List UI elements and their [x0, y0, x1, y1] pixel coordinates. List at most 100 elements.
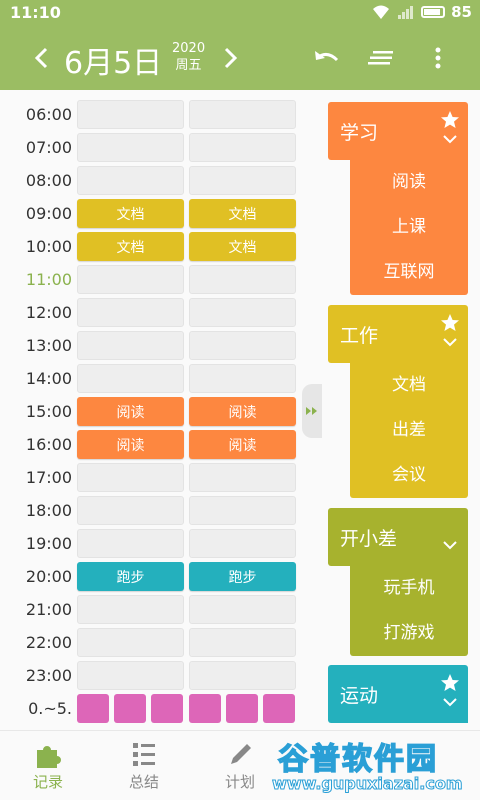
time-slot[interactable]: 文档 [77, 232, 184, 261]
time-label: 06:00 [25, 105, 72, 124]
sleep-slot[interactable] [263, 694, 295, 723]
sleep-slot[interactable] [114, 694, 146, 723]
category-title: 开小差 [340, 528, 398, 550]
next-day-button[interactable] [216, 44, 244, 72]
time-slot[interactable] [77, 463, 184, 492]
time-label: 11:00 [25, 270, 72, 289]
nav-summary-label: 总结 [128, 773, 159, 791]
time-slot[interactable]: 文档 [77, 199, 184, 228]
chevron-down-icon[interactable] [442, 697, 458, 707]
time-slot[interactable] [189, 529, 296, 558]
star-icon[interactable] [440, 673, 460, 693]
category-item[interactable]: 打游戏 [350, 611, 468, 656]
list-icon [368, 51, 393, 65]
current-date[interactable]: 6月5日 [64, 38, 162, 82]
time-slot[interactable] [189, 100, 296, 129]
chevron-down-icon[interactable] [442, 540, 458, 550]
watermark-url: www.gupuxiazai.com [272, 774, 464, 794]
time-slot[interactable] [77, 496, 184, 525]
list-view-button[interactable] [364, 42, 398, 74]
category-header[interactable]: 开小差 [328, 508, 468, 566]
chevron-down-icon[interactable] [442, 134, 458, 144]
time-label: 23:00 [25, 666, 72, 685]
sleep-slot[interactable] [189, 694, 221, 723]
watermark-title: 谷普软件园 [277, 741, 438, 778]
sleep-slot[interactable] [151, 694, 183, 723]
battery-level: 85 [451, 3, 472, 21]
time-slot[interactable] [189, 496, 296, 525]
time-slot[interactable] [189, 331, 296, 360]
time-slot[interactable] [77, 133, 184, 162]
undo-icon [315, 51, 339, 62]
star-icon[interactable] [440, 313, 460, 333]
puzzle-icon [37, 746, 61, 768]
category-item[interactable]: 出差 [350, 408, 468, 453]
time-slot[interactable] [189, 265, 296, 294]
star-icon[interactable] [440, 110, 460, 130]
category-item[interactable]: 上课 [350, 205, 468, 250]
category-item[interactable]: 玩手机 [350, 566, 468, 611]
time-slot[interactable] [77, 661, 184, 690]
time-slot[interactable] [77, 595, 184, 624]
time-label: 19:00 [25, 534, 72, 553]
category-item[interactable]: 阅读 [350, 160, 468, 205]
time-slot[interactable]: 阅读 [189, 430, 296, 459]
time-slot[interactable]: 文档 [189, 232, 296, 261]
signal-icon [398, 6, 414, 19]
time-slot[interactable] [189, 628, 296, 657]
time-slot[interactable] [77, 166, 184, 195]
time-slot[interactable] [77, 298, 184, 327]
time-slot[interactable] [189, 364, 296, 393]
chevron-down-icon[interactable] [442, 337, 458, 347]
time-slot[interactable] [77, 529, 184, 558]
status-bar: 11:10 85 [0, 0, 480, 26]
undo-button[interactable] [310, 42, 344, 74]
category-item[interactable]: 互联网 [350, 250, 468, 295]
time-label: 14:00 [25, 369, 72, 388]
time-slot[interactable] [189, 463, 296, 492]
time-slot[interactable]: 跑步 [77, 562, 184, 591]
category-items: 玩手机 打游戏 [350, 566, 468, 656]
time-label: 09:00 [25, 204, 72, 223]
time-slot[interactable] [77, 331, 184, 360]
nav-summary[interactable]: 总结 [104, 739, 184, 792]
wifi-icon [373, 5, 390, 19]
nav-record[interactable]: 记录 [8, 739, 88, 792]
time-slot[interactable] [189, 298, 296, 327]
category-items: 阅读 上课 互联网 [350, 160, 468, 295]
time-slot[interactable] [77, 364, 184, 393]
time-slot[interactable] [189, 133, 296, 162]
time-slot[interactable]: 阅读 [77, 430, 184, 459]
date-subtitle: 2020 周五 [172, 40, 205, 74]
time-label: 10:00 [25, 237, 72, 256]
status-icons: 85 [371, 3, 472, 21]
category-item[interactable]: 会议 [350, 453, 468, 498]
sleep-slot[interactable] [77, 694, 109, 723]
battery-icon [421, 6, 446, 18]
category-title: 工作 [340, 325, 379, 347]
category-title: 学习 [340, 122, 379, 144]
category-header[interactable]: 学习 [328, 102, 468, 160]
time-slot[interactable]: 阅读 [189, 397, 296, 426]
prev-day-button[interactable] [28, 44, 56, 72]
time-label: 07:00 [25, 138, 72, 157]
sleep-slot[interactable] [226, 694, 258, 723]
category-header[interactable]: 工作 [328, 305, 468, 363]
time-slot[interactable] [77, 100, 184, 129]
time-slot[interactable] [77, 628, 184, 657]
category-item[interactable]: 文档 [350, 363, 468, 408]
expand-panel-button[interactable] [302, 384, 322, 438]
year-label: 2020 [172, 41, 206, 56]
time-slot[interactable]: 文档 [189, 199, 296, 228]
time-slot[interactable]: 跑步 [189, 562, 296, 591]
time-label: 12:00 [25, 303, 72, 322]
time-slot[interactable] [77, 265, 184, 294]
time-slot[interactable] [189, 166, 296, 195]
weekday-label: 周五 [175, 58, 202, 73]
double-chevron-right-icon [306, 407, 317, 415]
time-slot[interactable] [189, 661, 296, 690]
time-slot[interactable] [189, 595, 296, 624]
category-header[interactable]: 运动 [328, 665, 468, 723]
more-menu-button[interactable] [426, 42, 450, 74]
time-slot[interactable]: 阅读 [77, 397, 184, 426]
